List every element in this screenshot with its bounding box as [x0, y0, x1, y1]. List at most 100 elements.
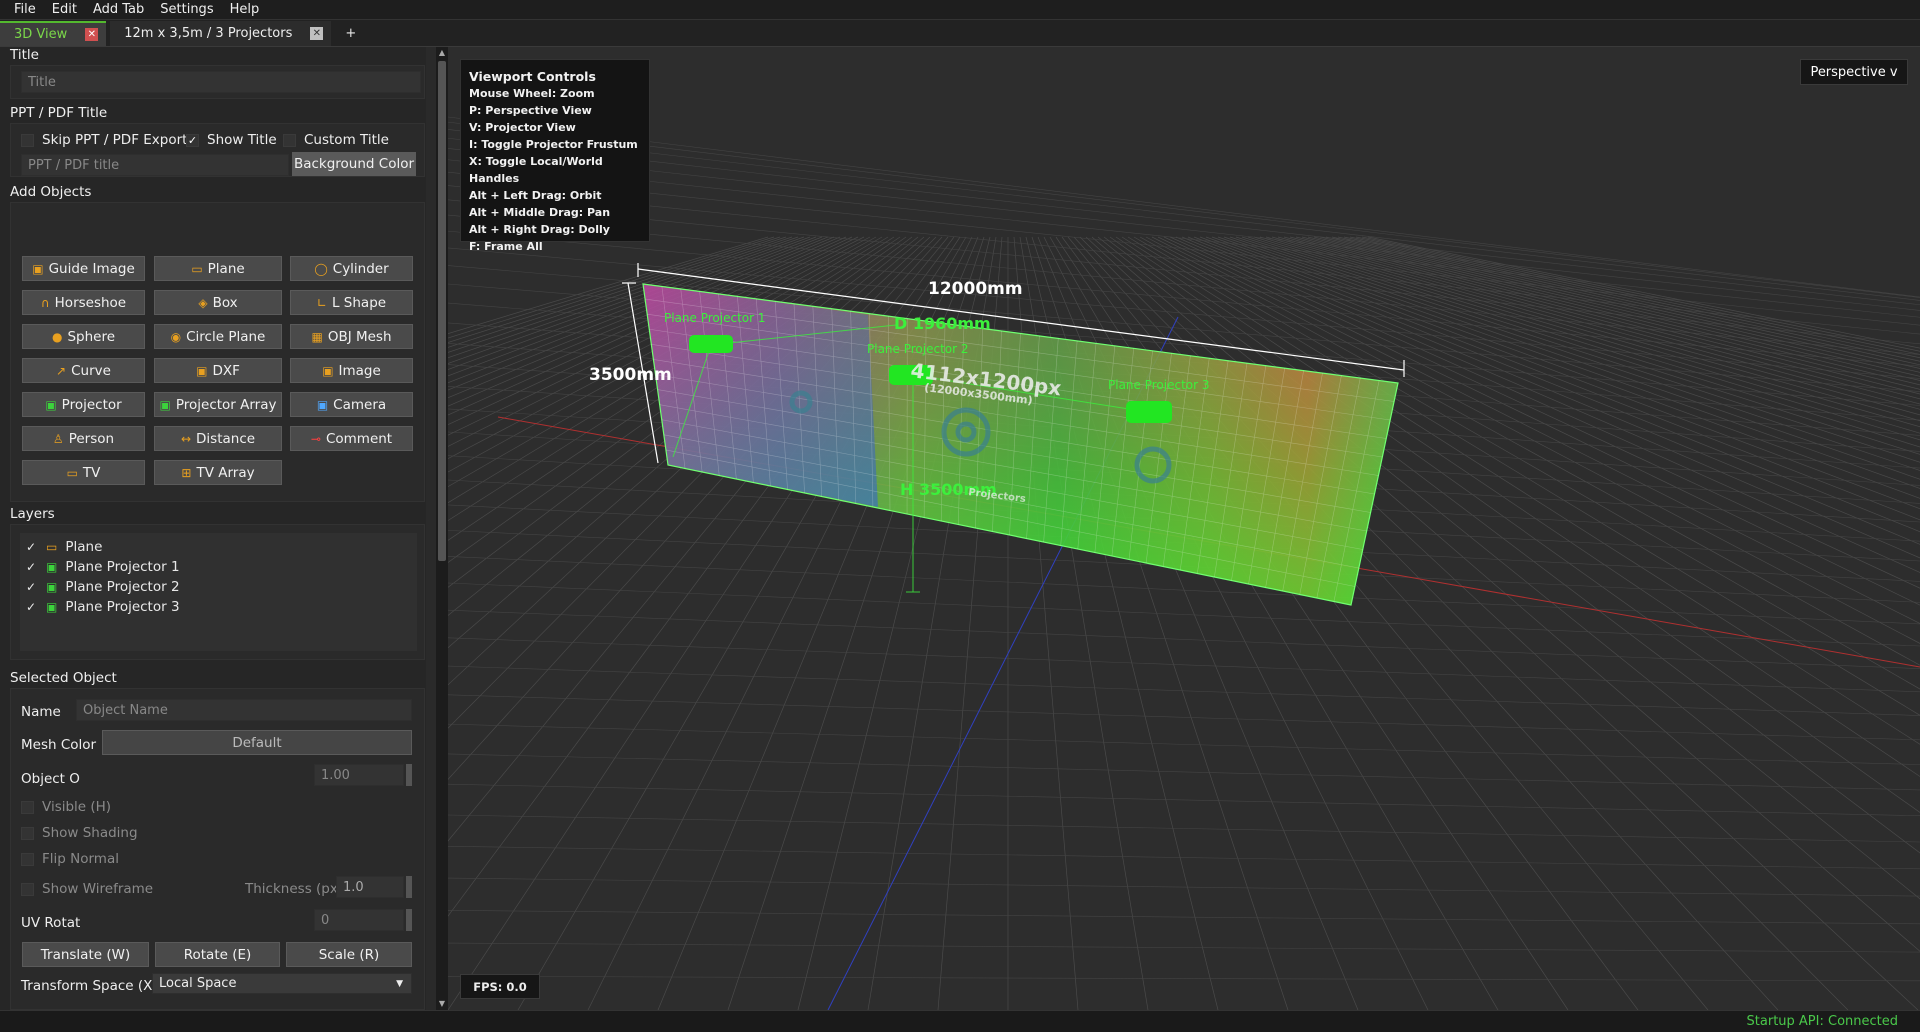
box-icon: ◈: [198, 295, 208, 310]
add-camera-button[interactable]: ▣ Camera: [290, 392, 413, 417]
distance-icon: ↔: [180, 431, 192, 446]
add-obj-mesh-button[interactable]: ▦ OBJ Mesh: [290, 324, 413, 349]
api-status: Startup API: Connected: [1746, 1014, 1898, 1029]
add-l-shape-button[interactable]: ∟ L Shape: [290, 290, 413, 315]
help-line: Alt + Right Drag: Dolly: [469, 223, 610, 236]
button-label: Sphere: [67, 328, 116, 345]
image-icon: ▣: [322, 363, 334, 378]
menu-help[interactable]: Help: [222, 2, 268, 17]
projector-label-3: Plane Projector 3: [1108, 378, 1210, 392]
view-mode-dropdown[interactable]: Perspective v: [1800, 59, 1908, 85]
button-label: Projector Array: [175, 396, 277, 413]
add-cylinder-button[interactable]: ◯ Cylinder: [290, 256, 413, 281]
statusbar: Startup API: Connected: [0, 1010, 1920, 1032]
add-plane-button[interactable]: ▭ Plane: [154, 256, 282, 281]
person-icon: ♙: [52, 431, 64, 446]
menubar: File Edit Add Tab Settings Help: [0, 0, 1920, 20]
width-dimension-label: 12000mm: [928, 279, 1023, 299]
tab-label: 3D View: [14, 27, 68, 42]
l-shape-icon: ∟: [316, 295, 327, 310]
add-tv-array-button[interactable]: ⊞ TV Array: [154, 460, 282, 485]
scroll-up-icon[interactable]: ▲: [437, 48, 447, 58]
fps-counter: FPS: 0.0: [460, 974, 540, 999]
add-sphere-button[interactable]: ● Sphere: [22, 324, 145, 349]
help-line: Mouse Wheel: Zoom: [469, 87, 595, 100]
add-dxf-button[interactable]: ▣ DXF: [154, 358, 282, 383]
add-projector-button[interactable]: ▣ Projector: [22, 392, 145, 417]
tab-label: 12m x 3,5m / 3 Projectors: [124, 26, 293, 41]
dxf-icon: ▣: [196, 363, 208, 378]
button-label: Distance: [196, 430, 256, 447]
plane-icon: ▭: [191, 261, 203, 276]
tabbar: 3D View ✕ 12m x 3,5m / 3 Projectors ✕ +: [0, 20, 1920, 47]
comment-icon: ⊸: [310, 431, 321, 446]
projector-array-icon: ▣: [159, 397, 171, 412]
button-label: Projector: [61, 396, 122, 413]
help-line: V: Projector View: [469, 121, 576, 134]
add-horseshoe-button[interactable]: ∩ Horseshoe: [22, 290, 145, 315]
projector-label-2: Plane Projector 2: [867, 342, 969, 356]
close-icon[interactable]: ✕: [310, 27, 324, 40]
button-label: Cylinder: [332, 260, 389, 277]
button-label: Guide Image: [48, 260, 135, 277]
button-label: L Shape: [331, 294, 387, 311]
tab-3d-view[interactable]: 3D View ✕: [0, 21, 107, 46]
add-person-button[interactable]: ♙ Person: [22, 426, 145, 451]
cylinder-icon: ◯: [314, 261, 328, 276]
scene-canvas[interactable]: 12000mm 3500mm D 1960mm H 3500mm 4112x12…: [448, 47, 1920, 1010]
curve-icon: ↗: [56, 363, 67, 378]
horseshoe-icon: ∩: [40, 295, 50, 310]
circle-plane-icon: ◉: [170, 329, 182, 344]
add-tab-button[interactable]: +: [335, 21, 366, 46]
sphere-icon: ●: [51, 329, 63, 344]
add-guide-image-button[interactable]: ▣ Guide Image: [22, 256, 145, 281]
button-label: Plane: [207, 260, 245, 277]
button-label: Curve: [71, 362, 111, 379]
viewport-controls-help: Viewport Controls Mouse Wheel: Zoom P: P…: [460, 59, 650, 253]
button-label: Camera: [333, 396, 387, 413]
close-icon[interactable]: ✕: [85, 28, 99, 41]
add-curve-button[interactable]: ↗ Curve: [22, 358, 145, 383]
button-label: DXF: [212, 362, 240, 379]
button-label: TV Array: [196, 464, 255, 481]
distance-label: D 1960mm: [894, 314, 991, 333]
add-box-button[interactable]: ◈ Box: [154, 290, 282, 315]
add-tv-button[interactable]: ▭ TV: [22, 460, 145, 485]
button-label: TV: [82, 464, 101, 481]
tv-array-icon: ⊞: [181, 465, 192, 480]
help-line: Alt + Middle Drag: Pan: [469, 206, 611, 219]
menu-settings[interactable]: Settings: [152, 2, 221, 17]
button-label: OBJ Mesh: [327, 328, 392, 345]
add-comment-button[interactable]: ⊸ Comment: [290, 426, 413, 451]
menu-add-tab[interactable]: Add Tab: [85, 2, 152, 17]
button-label: Box: [212, 294, 238, 311]
help-title: Viewport Controls: [469, 69, 596, 84]
button-label: Comment: [325, 430, 393, 447]
add-circle-plane-button[interactable]: ◉ Circle Plane: [154, 324, 282, 349]
button-label: Circle Plane: [186, 328, 266, 345]
camera-icon: ▣: [316, 397, 329, 412]
menu-file[interactable]: File: [6, 2, 44, 17]
add-image-button[interactable]: ▣ Image: [290, 358, 413, 383]
tv-icon: ▭: [66, 465, 78, 480]
image-icon: ▣: [32, 261, 44, 276]
button-label: Image: [338, 362, 381, 379]
scroll-down-icon[interactable]: ▼: [437, 999, 447, 1009]
help-line: P: Perspective View: [469, 104, 592, 117]
button-label: Person: [68, 430, 115, 447]
add-distance-button[interactable]: ↔ Distance: [154, 426, 282, 451]
viewport-3d[interactable]: 12000mm 3500mm D 1960mm H 3500mm 4112x12…: [448, 47, 1920, 1010]
scrollbar-thumb[interactable]: [438, 61, 446, 561]
add-projector-array-button[interactable]: ▣ Projector Array: [154, 392, 282, 417]
tab-project[interactable]: 12m x 3,5m / 3 Projectors ✕: [110, 21, 332, 46]
menu-edit[interactable]: Edit: [44, 2, 85, 17]
help-line: Alt + Left Drag: Orbit: [469, 189, 602, 202]
panel-scrollbar[interactable]: ▲ ▼: [436, 47, 448, 1010]
projector-label-1: Plane Projector 1: [664, 311, 766, 325]
button-label: Horseshoe: [54, 294, 127, 311]
help-line: F: Frame All: [469, 240, 543, 253]
obj-mesh-icon: ▦: [311, 329, 323, 344]
add-objects-buttons: ▣ Guide Image ▭ Plane ◯ Cylinder ∩ Horseshoe…: [0, 47, 426, 527]
help-line: X: Toggle Local/World Handles: [469, 155, 603, 185]
projection-plane[interactable]: [642, 283, 1399, 606]
